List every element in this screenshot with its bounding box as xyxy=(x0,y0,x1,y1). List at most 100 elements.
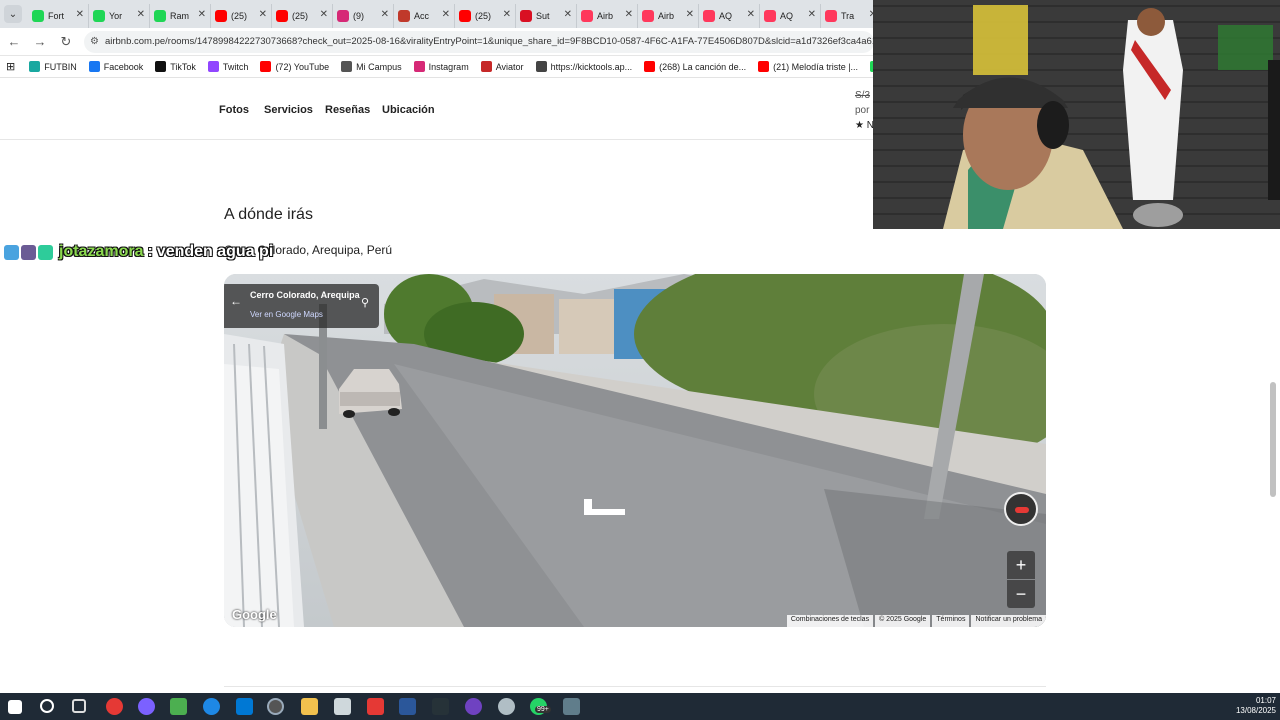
keyboard-shortcuts-link[interactable]: Combinaciones de teclas xyxy=(786,615,874,627)
tab-label: Yor xyxy=(109,11,123,21)
bookmark-item[interactable]: (268) La canción de... xyxy=(644,61,746,72)
tab-search-icon[interactable]: ⌄ xyxy=(4,5,22,23)
store-icon[interactable] xyxy=(170,698,187,715)
tab-close-icon[interactable]: ✕ xyxy=(808,9,816,20)
browser-tab[interactable]: Airb ✕ xyxy=(638,4,699,28)
browser-tab[interactable]: Fort ✕ xyxy=(28,4,89,28)
bookmark-item[interactable]: Twitch xyxy=(207,61,248,72)
tab-close-icon[interactable]: ✕ xyxy=(76,9,84,20)
tab-close-icon[interactable]: ✕ xyxy=(564,9,572,20)
app-icon-2[interactable] xyxy=(498,698,515,715)
zoom-out-button[interactable]: − xyxy=(1007,580,1035,608)
view-in-google-maps-link[interactable]: Ver en Google Maps xyxy=(250,310,323,319)
tab-label: Airb xyxy=(658,11,675,21)
subnav-ubicacion[interactable]: Ubicación xyxy=(382,104,435,116)
bookmark-label: Instagram xyxy=(428,61,469,72)
browser-tab[interactable]: AQ ✕ xyxy=(760,4,821,28)
bookmark-label: Mi Campus xyxy=(356,61,402,72)
browser-tab[interactable]: AQ ✕ xyxy=(699,4,760,28)
tab-favicon-icon xyxy=(764,10,776,22)
page-scrollbar[interactable] xyxy=(1270,382,1276,497)
bookmark-label: Facebook xyxy=(103,61,144,72)
bookmark-label: (21) Melodía triste |... xyxy=(773,61,859,72)
tab-favicon-icon xyxy=(276,10,288,22)
tab-close-icon[interactable]: ✕ xyxy=(137,9,145,20)
apps-icon[interactable]: ⊞ xyxy=(6,60,15,73)
tab-close-icon[interactable]: ✕ xyxy=(686,9,694,20)
tab-favicon-icon xyxy=(520,10,532,22)
subnav-resenas[interactable]: Reseñas xyxy=(325,104,370,116)
bookmark-item[interactable]: TikTok xyxy=(155,61,196,72)
bookmark-label: (72) YouTube xyxy=(275,61,330,72)
tab-label: Airb xyxy=(597,11,614,21)
bookmark-item[interactable]: FUTBIN xyxy=(29,61,77,72)
zoom-in-button[interactable]: + xyxy=(1007,551,1035,579)
browser-tab[interactable]: (25) ✕ xyxy=(272,4,333,28)
file-explorer-icon[interactable] xyxy=(301,698,318,715)
streamer-image xyxy=(943,5,1280,229)
tab-close-icon[interactable]: ✕ xyxy=(747,9,755,20)
tab-close-icon[interactable]: ✕ xyxy=(625,9,633,20)
tab-close-icon[interactable]: ✕ xyxy=(320,9,328,20)
bookmark-item[interactable]: Aviator xyxy=(480,61,524,72)
browser-tab[interactable]: Sut ✕ xyxy=(516,4,577,28)
app-red-icon[interactable] xyxy=(367,698,384,715)
street-view-map[interactable]: ← Cerro Colorado, Arequipa Ver en Google… xyxy=(224,274,1046,627)
clock-date: 13/08/2025 xyxy=(1235,706,1276,715)
tab-close-icon[interactable]: ✕ xyxy=(442,9,450,20)
bookmark-item[interactable]: (72) YouTube xyxy=(260,61,329,72)
tab-close-icon[interactable]: ✕ xyxy=(503,9,511,20)
copilot-icon[interactable] xyxy=(138,698,155,715)
app-icon[interactable] xyxy=(334,698,351,715)
tab-close-icon[interactable]: ✕ xyxy=(259,9,267,20)
forward-icon[interactable]: → xyxy=(28,30,52,54)
tab-favicon-icon xyxy=(32,10,44,22)
discord-icon[interactable] xyxy=(465,698,482,715)
browser-tab[interactable]: (25) ✕ xyxy=(455,4,516,28)
bookmark-item[interactable]: (21) Melodía triste |... xyxy=(758,61,858,72)
tab-label: AQ xyxy=(780,11,794,21)
terms-link[interactable]: Términos xyxy=(932,615,970,627)
obs-icon[interactable] xyxy=(267,698,284,715)
bookmark-item[interactable]: Mi Campus xyxy=(341,61,402,72)
tab-close-icon[interactable]: ✕ xyxy=(381,9,389,20)
edge-icon[interactable] xyxy=(203,698,220,715)
task-view-icon[interactable] xyxy=(72,699,86,713)
browser-tab[interactable]: Acc ✕ xyxy=(394,4,455,28)
report-problem-link[interactable]: Notificar un problema xyxy=(971,615,1046,627)
compass-icon[interactable] xyxy=(1004,492,1038,526)
outlook-icon[interactable] xyxy=(236,698,253,715)
windows-start-icon[interactable] xyxy=(8,700,22,714)
browser-tab[interactable]: (25) ✕ xyxy=(211,4,272,28)
browser-tab[interactable]: (9) ✕ xyxy=(333,4,394,28)
bookmark-favicon-icon xyxy=(758,61,770,72)
search-icon[interactable] xyxy=(40,699,54,713)
bookmark-item[interactable]: https://kicktools.ap... xyxy=(535,61,633,72)
reload-icon[interactable]: ↻ xyxy=(54,30,78,54)
back-icon[interactable]: ← xyxy=(2,30,26,54)
bookmark-item[interactable]: Facebook xyxy=(88,61,144,72)
tab-label: Fort xyxy=(48,11,65,21)
chat-separator: : xyxy=(147,243,153,260)
browser-tab[interactable]: Airb ✕ xyxy=(577,4,638,28)
tab-label: Sut xyxy=(536,11,550,21)
subnav-fotos[interactable]: Fotos xyxy=(219,104,249,116)
chrome-icon[interactable] xyxy=(106,698,123,715)
bookmark-favicon-icon xyxy=(341,61,353,72)
address-bar[interactable]: ⚙ airbnb.com.pe/rooms/147899842227307366… xyxy=(84,30,874,53)
tab-close-icon[interactable]: ✕ xyxy=(198,9,206,20)
bookmark-favicon-icon xyxy=(480,61,492,72)
bookmark-label: https://kicktools.ap... xyxy=(550,61,633,72)
system-clock[interactable]: 01:07 13/08/2025 xyxy=(1232,696,1276,716)
rating: ★ N xyxy=(855,120,874,131)
subnav-servicios[interactable]: Servicios xyxy=(264,104,313,116)
capcut-icon[interactable] xyxy=(432,698,449,715)
word-icon[interactable] xyxy=(399,698,416,715)
street-view-back-icon[interactable]: ← xyxy=(230,294,242,308)
calculator-icon[interactable] xyxy=(563,698,580,715)
browser-tab[interactable]: Yor ✕ xyxy=(89,4,150,28)
bookmark-item[interactable]: Instagram xyxy=(413,61,469,72)
chat-message: venden agua pi xyxy=(156,243,274,260)
browser-tab[interactable]: Ram ✕ xyxy=(150,4,211,28)
site-info-icon[interactable]: ⚙ xyxy=(90,36,99,47)
